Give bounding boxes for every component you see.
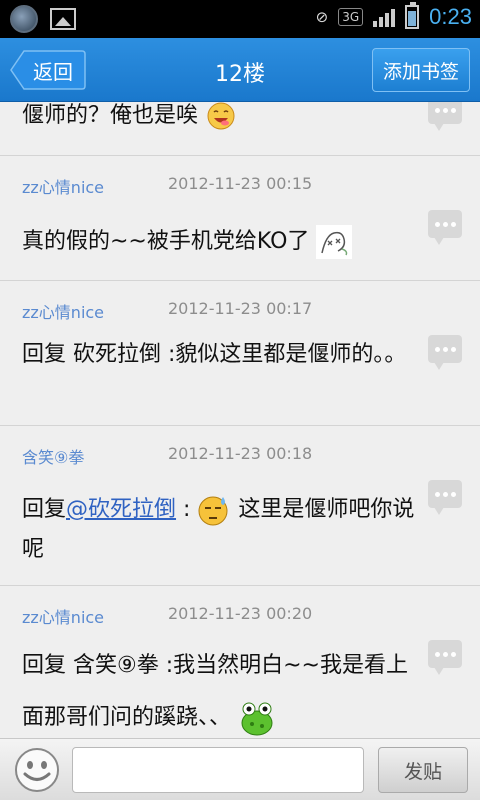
vibrate-off-icon: ⊘ [315,8,329,26]
post-content-prefix: 回复 [22,497,67,522]
post-item: zz心情nice 2012-11-23 00:15 真的假的~~被手机党给KO了 [0,156,480,281]
battery-icon [405,2,420,29]
sweat-emoji-icon [198,496,228,526]
post-item: 含笑⑨拳 2012-11-23 00:18 回复@砍死拉倒 : 这里是偃师吧你说… [0,426,480,586]
post-list[interactable]: 偃师的？俺也是唉 zz心情nice 2012-11-23 00:15 真的假的~… [0,102,480,738]
post-item: zz心情nice 2012-11-23 00:17 回复 砍死拉倒 :貌似这里都… [0,281,480,426]
back-button[interactable]: 返回 [10,50,86,90]
clock: 0:23 [429,4,472,29]
knockout-emoji-icon [316,225,353,259]
post-time: 2012-11-23 00:18 [168,444,313,463]
image-notification-icon [50,8,76,30]
post-content-mid: : [176,497,191,522]
post-item: zz心情nice 2012-11-23 00:20 回复 含笑⑨拳 :我当然明白… [0,586,480,738]
back-button-label: 返回 [33,59,73,84]
reply-icon[interactable] [428,102,462,131]
app-notification-icon [10,5,38,33]
title-bar: 返回 12楼 添加书签 [0,38,480,102]
grin-emoji-icon [207,102,235,130]
network-type-icon: 3G [338,8,364,26]
signal-strength-icon [373,7,396,27]
status-bar: ⊘ 3G 0:23 [0,0,480,38]
reply-icon[interactable] [428,480,462,515]
post-content: 回复 砍死拉倒 :貌似这里都是偃师的。。 [22,342,407,367]
page-title: 12楼 [215,62,265,87]
post-content: 偃师的？俺也是唉 [22,103,199,128]
post-author[interactable]: zz心情nice [22,178,104,197]
reply-icon[interactable] [428,210,462,245]
post-item: 偃师的？俺也是唉 [0,102,480,156]
post-author[interactable]: 含笑⑨拳 [22,448,84,467]
emoji-picker-button[interactable] [12,747,62,793]
reply-icon[interactable] [428,640,462,675]
post-author[interactable]: zz心情nice [22,303,104,322]
user-mention-link[interactable]: @砍死拉倒 [66,497,176,522]
smiley-face-icon [15,748,59,792]
post-content: 回复 含笑⑨拳 :我当然明白~~我是看上面那哥们问的蹊跷、、 [22,653,408,730]
post-author[interactable]: zz心情nice [22,608,104,627]
post-content: 真的假的~~被手机党给KO了 [22,229,310,254]
reply-text-field[interactable] [72,747,364,793]
reply-icon[interactable] [428,335,462,370]
reply-input-bar: 发贴 [0,738,480,800]
add-bookmark-button[interactable]: 添加书签 [372,48,470,92]
post-time: 2012-11-23 00:17 [168,299,313,318]
post-time: 2012-11-23 00:20 [168,604,313,623]
frog-emoji-icon [241,702,273,736]
send-post-button[interactable]: 发贴 [378,747,468,793]
post-time: 2012-11-23 00:15 [168,174,313,193]
